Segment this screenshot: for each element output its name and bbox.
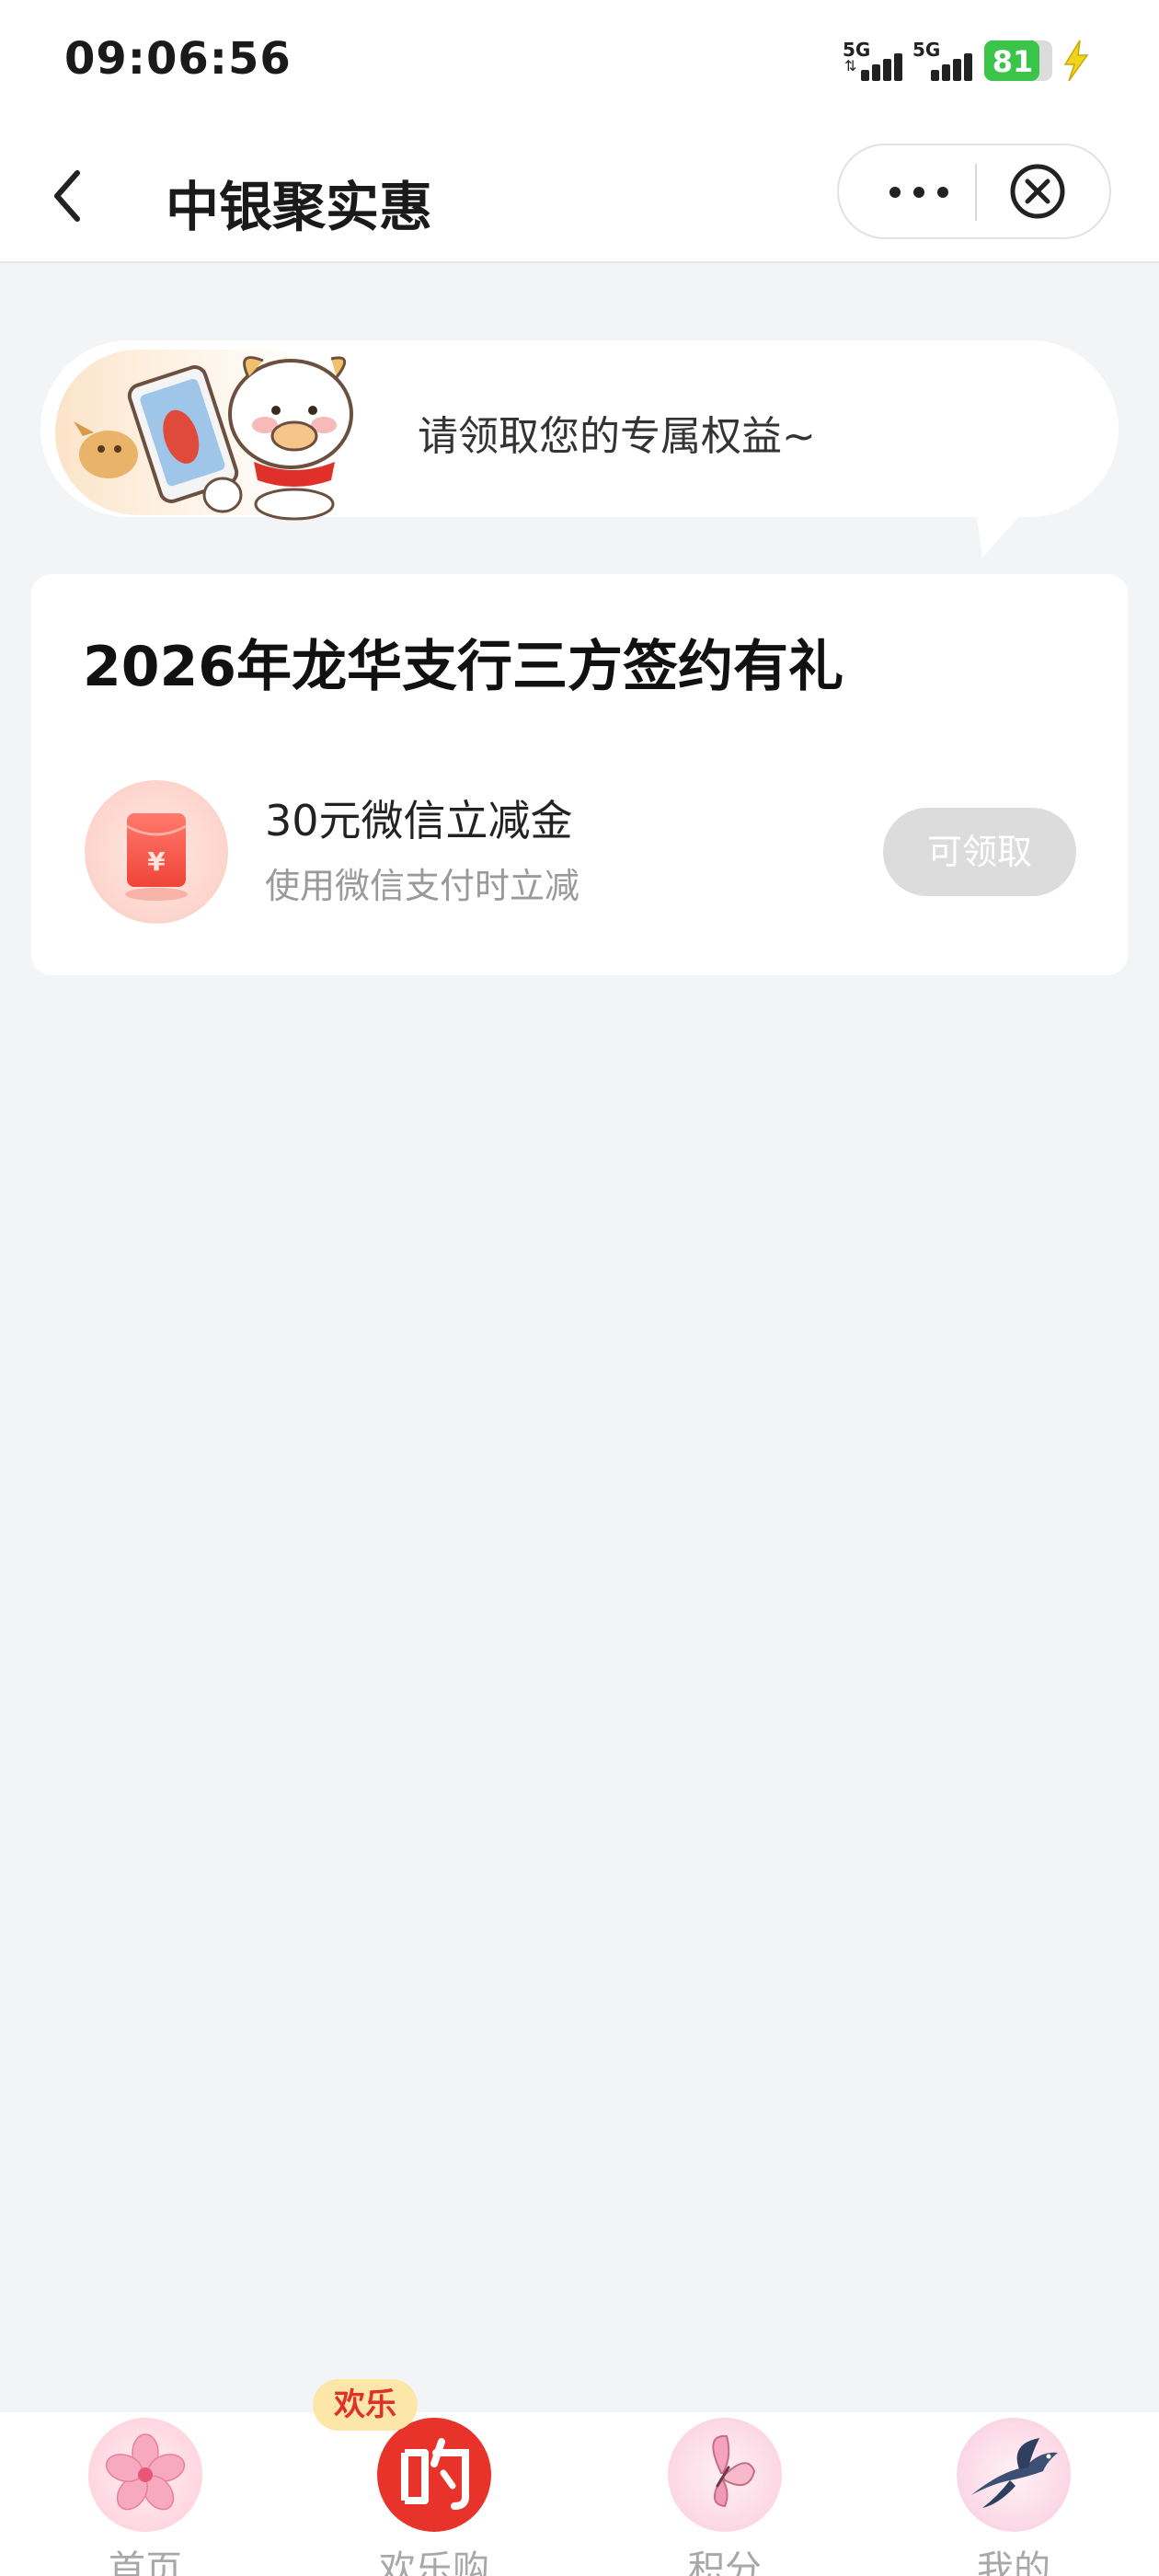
cherry-blossom-icon (88, 2418, 202, 2532)
tab-label: 积分 (688, 2548, 762, 2576)
swallow-icon (957, 2418, 1071, 2532)
tab-label: 首页 (109, 2548, 182, 2576)
page-title: 中银聚实惠 (166, 176, 433, 238)
signal-icon: 5G ⇅ (843, 39, 907, 85)
bottom-tab-bar: 首页 欢乐购 积分 我的 (0, 2412, 1159, 2576)
benefit-card: 2026年龙华支行三方签约有礼 ¥ 30元微信立减金 使用微信支付时立减 可领取 (31, 574, 1128, 975)
claim-button[interactable]: 可领取 (883, 808, 1076, 896)
card-title: 2026年龙华支行三方签约有礼 (83, 635, 843, 699)
tab-points[interactable]: 积分 (624, 2412, 826, 2576)
reward-name: 30元微信立减金 (265, 796, 573, 845)
more-dots-icon (889, 187, 948, 198)
status-time: 09:06:56 (64, 33, 292, 85)
tab-label: 我的 (977, 2548, 1050, 2576)
tab-shopping[interactable]: 欢乐购 (333, 2412, 535, 2576)
battery-icon: 81 (984, 40, 1052, 81)
status-bar: 09:06:56 5G ⇅ 5G 81 (0, 0, 1159, 129)
mascot-illustration-icon (55, 350, 353, 521)
banner-text: 请领取您的专属权益~ (418, 413, 816, 460)
close-circle-icon (1010, 164, 1065, 219)
speech-bubble-tail (975, 504, 1030, 558)
capsule-divider (975, 164, 977, 221)
tab-label: 欢乐购 (379, 2548, 489, 2576)
tab-mine[interactable]: 我的 (912, 2412, 1115, 2576)
back-arrow-icon[interactable] (44, 166, 92, 226)
tab-badge: 欢乐 (313, 2379, 418, 2431)
nav-bar: 中银聚实惠 (0, 129, 1159, 263)
red-envelope-icon: ¥ (85, 780, 228, 924)
signal-icon: 5G (912, 39, 977, 85)
shopping-bag-icon (377, 2418, 491, 2532)
battery-level: 81 (992, 44, 1034, 79)
reward-description: 使用微信支付时立减 (265, 866, 580, 906)
more-button[interactable] (839, 145, 975, 237)
charging-bolt-icon (1063, 40, 1089, 82)
butterfly-icon (668, 2418, 782, 2532)
svg-text:¥: ¥ (147, 846, 166, 877)
tab-home[interactable]: 首页 (44, 2412, 247, 2576)
close-button[interactable] (979, 145, 1109, 237)
mini-program-capsule (837, 144, 1111, 239)
